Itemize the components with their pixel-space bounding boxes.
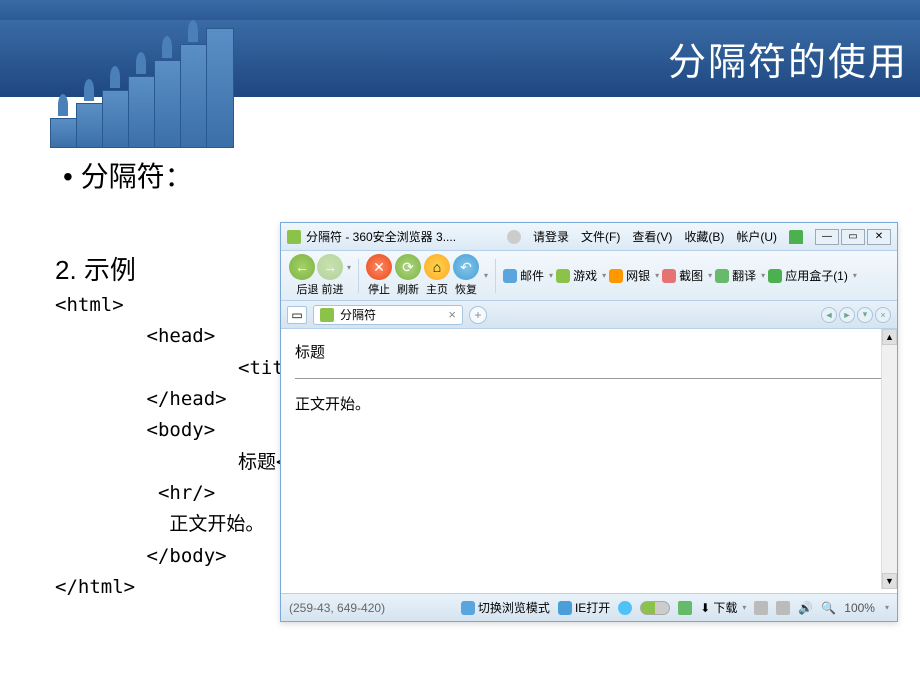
page-body-text: 正文开始。 <box>295 393 883 414</box>
status-icon-3[interactable] <box>776 601 790 615</box>
stop-label: 停止 <box>368 281 390 297</box>
scroll-down-button[interactable]: ▼ <box>882 573 897 589</box>
restore-label: 恢复 <box>455 281 477 297</box>
status-icon-1[interactable] <box>678 601 692 615</box>
capture-icon <box>662 269 676 283</box>
bank-icon <box>609 269 623 283</box>
browser-content: 标题 正文开始。 ▲ ▼ <box>281 329 897 589</box>
restore-dropdown[interactable]: ▾ <box>484 271 488 280</box>
page-hr-separator <box>295 378 883 379</box>
translate-icon <box>715 269 729 283</box>
browser-favicon <box>287 230 301 244</box>
scroll-up-button[interactable]: ▲ <box>882 329 897 345</box>
download-button[interactable]: ⬇下载▾ <box>700 599 746 616</box>
user-icon <box>507 230 521 244</box>
home-tab-button[interactable]: ▭ <box>287 306 307 324</box>
slide-title: 分隔符的使用 <box>668 31 908 86</box>
zoom-icon[interactable]: 🔍 <box>821 601 836 615</box>
appbox-icon <box>768 269 782 283</box>
switch-mode-icon <box>461 601 475 615</box>
ie-icon <box>558 601 572 615</box>
vertical-scrollbar[interactable]: ▲ ▼ <box>881 329 897 589</box>
game-icon <box>556 269 570 283</box>
menu-view[interactable]: 查看(V) <box>632 228 672 245</box>
window-title: 分隔符 - 360安全浏览器 3.... <box>306 228 456 245</box>
minimize-button[interactable]: — <box>815 229 839 245</box>
refresh-button[interactable]: ⟳ <box>395 254 421 280</box>
tab-list-button[interactable]: ▾ <box>857 307 873 323</box>
nav-dropdown[interactable]: ▾ <box>347 263 351 272</box>
browser-statusbar: (259-43, 649-420) 切换浏览模式 IE打开 ⬇下载▾ 🔊 🔍 1… <box>281 593 897 621</box>
ie-open-button[interactable]: IE打开 <box>558 599 610 616</box>
menu-favorites[interactable]: 收藏(B) <box>684 228 724 245</box>
zoom-dropdown[interactable]: ▾ <box>885 603 889 612</box>
tab-title: 分隔符 <box>340 306 376 323</box>
new-tab-button[interactable]: + <box>469 306 487 324</box>
tab-favicon <box>320 308 334 322</box>
home-label: 主页 <box>426 281 448 297</box>
switch-mode-button[interactable]: 切换浏览模式 <box>461 599 550 616</box>
bank-link[interactable]: 网银▾ <box>609 267 659 284</box>
sound-icon[interactable]: 🔊 <box>798 601 813 615</box>
mail-link[interactable]: 邮件▾ <box>503 267 553 284</box>
browser-titlebar: 分隔符 - 360安全浏览器 3.... 请登录 文件(F) 查看(V) 收藏(… <box>281 223 897 251</box>
active-tab[interactable]: 分隔符 × <box>313 305 463 325</box>
skin-icon[interactable] <box>789 230 803 244</box>
browser-toolbar: ← → ▾ 后退 前进 ✕ 停止 ⟳ 刷新 ⌂ 主页 ↶ 恢复 ▾ 邮件▾ 游戏… <box>281 251 897 301</box>
mode-toggle[interactable] <box>640 601 670 615</box>
maximize-button[interactable]: ▭ <box>841 229 865 245</box>
login-link[interactable]: 请登录 <box>533 228 569 245</box>
close-button[interactable]: ✕ <box>867 229 891 245</box>
globe-icon[interactable] <box>618 601 632 615</box>
zoom-level: 100% <box>844 601 875 615</box>
refresh-label: 刷新 <box>397 281 419 297</box>
appbox-link[interactable]: 应用盒子(1)▾ <box>768 267 857 284</box>
browser-window: 分隔符 - 360安全浏览器 3.... 请登录 文件(F) 查看(V) 收藏(… <box>280 222 898 622</box>
bullet-separator-label: • 分隔符： <box>63 155 193 195</box>
tab-prev-button[interactable]: ◄ <box>821 307 837 323</box>
restore-button[interactable]: ↶ <box>453 254 479 280</box>
capture-link[interactable]: 截图▾ <box>662 267 712 284</box>
tab-close-button[interactable]: × <box>448 307 456 322</box>
status-coords: (259-43, 649-420) <box>289 601 385 615</box>
tab-close-all-button[interactable]: × <box>875 307 891 323</box>
slide-top-band <box>0 0 920 20</box>
home-button[interactable]: ⌂ <box>424 254 450 280</box>
back-button[interactable]: ← <box>289 254 315 280</box>
stop-button[interactable]: ✕ <box>366 254 392 280</box>
browser-tabbar: ▭ 分隔符 × + ◄ ► ▾ × <box>281 301 897 329</box>
download-icon: ⬇ <box>700 601 710 615</box>
translate-link[interactable]: 翻译▾ <box>715 267 765 284</box>
example-section-title: 2. 示例 <box>55 250 136 287</box>
forward-button[interactable]: → <box>317 254 343 280</box>
mail-icon <box>503 269 517 283</box>
decorative-bar-chart <box>50 18 270 148</box>
menu-file[interactable]: 文件(F) <box>581 228 620 245</box>
html-code-example: <html> <head> <title </head> <body> 标题<b… <box>55 290 307 603</box>
game-link[interactable]: 游戏▾ <box>556 267 606 284</box>
menu-account[interactable]: 帐户(U) <box>736 228 777 245</box>
page-heading: 标题 <box>295 341 883 362</box>
tab-next-button[interactable]: ► <box>839 307 855 323</box>
status-icon-2[interactable] <box>754 601 768 615</box>
